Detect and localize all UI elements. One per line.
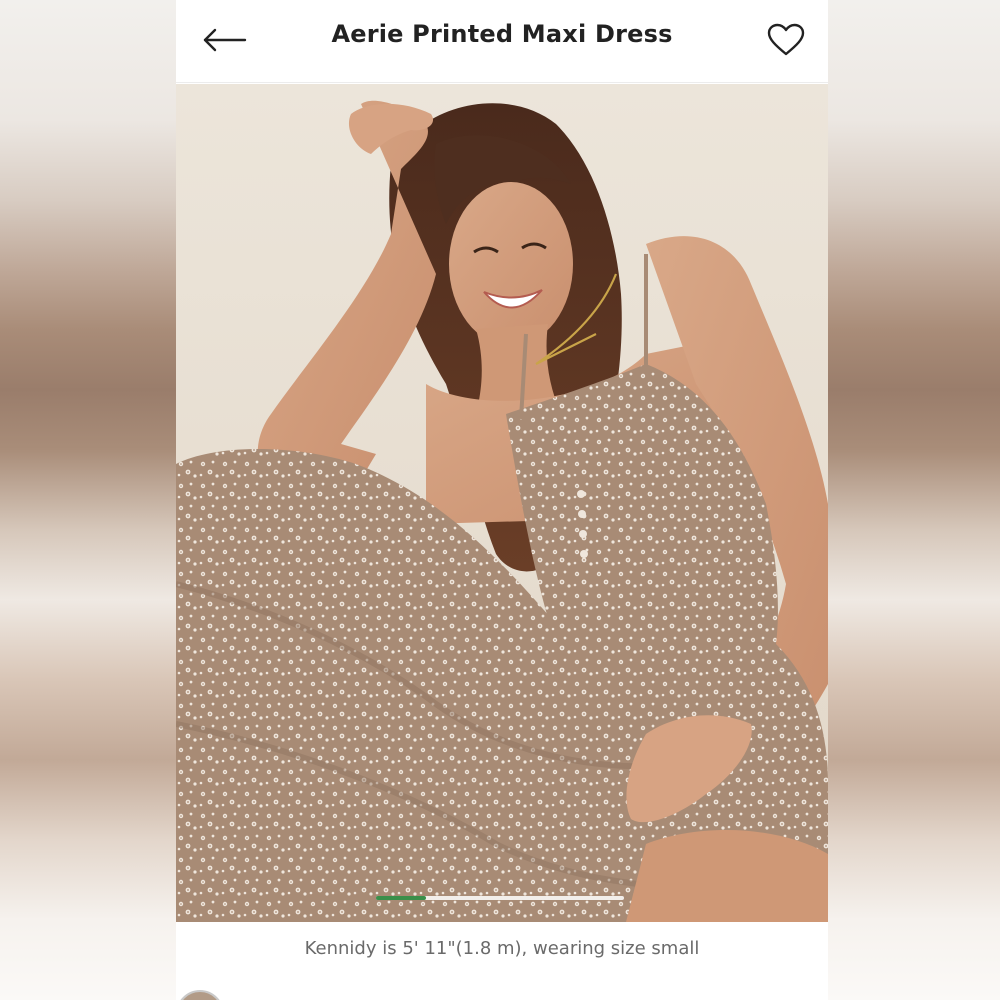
favorite-button[interactable] — [762, 16, 810, 64]
product-photo — [176, 84, 828, 922]
page-title: Aerie Printed Maxi Dress — [331, 20, 673, 48]
backdrop-right — [824, 0, 1000, 1000]
backdrop-left — [0, 0, 176, 1000]
top-bar: Aerie Printed Maxi Dress — [176, 0, 828, 83]
product-screen: Aerie Printed Maxi Dress Kennidy is 5' 1… — [176, 0, 828, 1000]
image-progress-track — [376, 896, 624, 900]
model-size-caption: Kennidy is 5' 11"(1.8 m), wearing size s… — [304, 938, 700, 959]
heart-outline-icon — [767, 23, 805, 56]
product-image[interactable] — [176, 84, 828, 922]
image-progress-fill — [376, 896, 426, 900]
